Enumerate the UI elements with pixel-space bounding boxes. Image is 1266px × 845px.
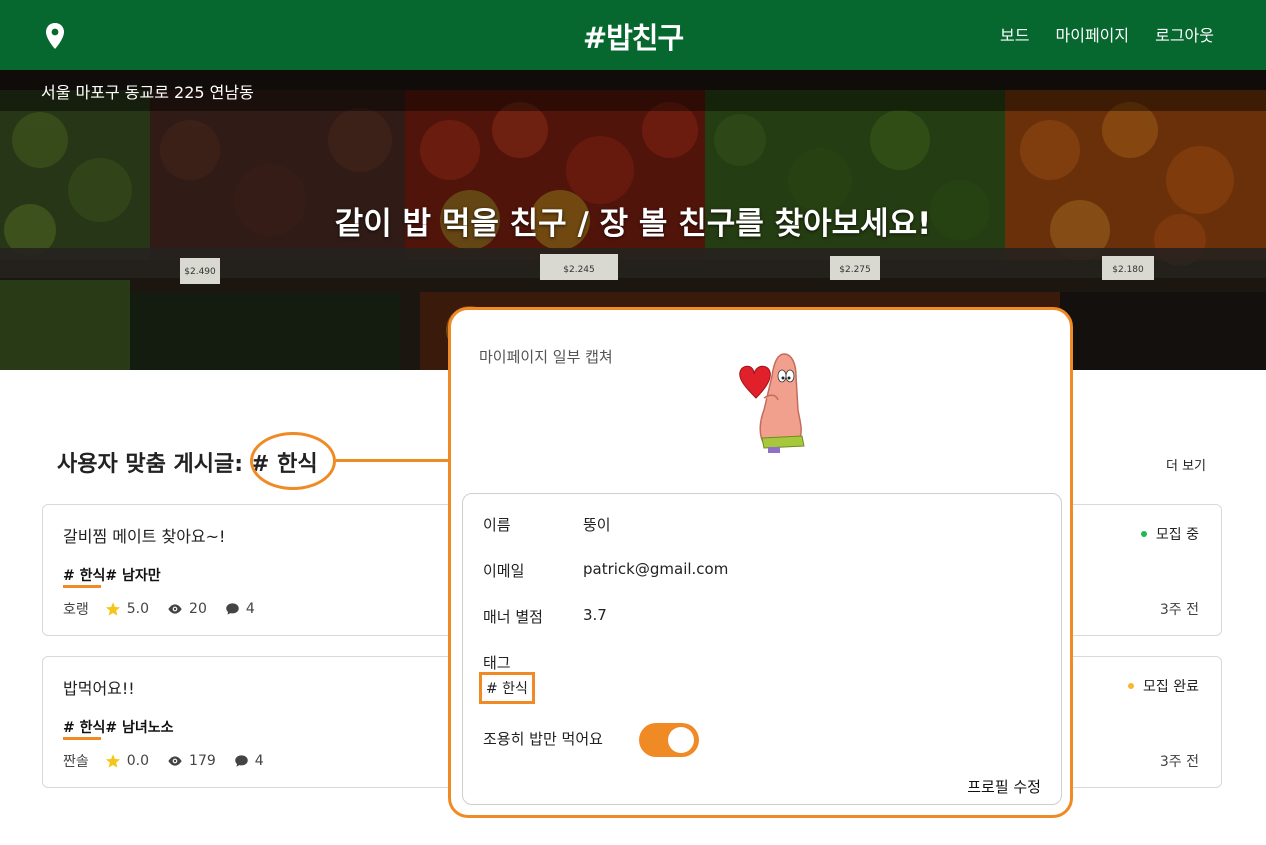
tag-underline [63, 737, 101, 740]
post-views: 179 [189, 753, 216, 769]
section-title-prefix: 사용자 맞춤 게시글: [57, 452, 244, 477]
eye-icon [168, 604, 182, 614]
status-dot [1128, 683, 1135, 689]
profile-tag[interactable]: # 한식 [479, 672, 535, 704]
overlay-caption: 마이페이지 일부 캡쳐 [479, 348, 613, 366]
name-value: 뚱이 [583, 516, 611, 534]
post-status: 모집 완료 [1128, 676, 1199, 696]
star-icon [105, 754, 120, 768]
tag-label: 태그 [483, 654, 511, 672]
tag-highlight-circle [250, 432, 336, 490]
email-value: patrick@gmail.com [583, 560, 729, 578]
nav-mypage-link[interactable]: 마이페이지 [1056, 22, 1130, 46]
post-author: 호랭 [63, 602, 89, 618]
highlight-connector-line [336, 459, 449, 462]
post-rating: 0.0 [126, 753, 150, 769]
mypage-capture-overlay: 마이페이지 일부 캡쳐 이름 뚱이 이메일 patrick@gmail.com … [448, 307, 1073, 818]
manner-rating-value: 3.7 [583, 606, 607, 624]
post-tags: # 한식# 남녀노소 [63, 720, 174, 736]
top-navbar: #밥친구 보드 마이페이지 로그아웃 [0, 0, 1266, 70]
see-more-link[interactable]: 더 보기 [1166, 455, 1206, 474]
quiet-meal-toggle[interactable] [639, 723, 699, 757]
profile-card: 이름 뚱이 이메일 patrick@gmail.com 매너 별점 3.7 태그… [462, 493, 1062, 805]
post-comments: 4 [245, 601, 255, 617]
star-icon [105, 602, 120, 616]
nav-board-link[interactable]: 보드 [1000, 22, 1029, 46]
status-label: 모집 중 [1155, 527, 1199, 543]
edit-profile-button[interactable]: 프로필 수정 [967, 776, 1041, 797]
post-time: 3주 전 [1159, 602, 1199, 618]
toggle-knob [668, 727, 694, 753]
email-label: 이메일 [483, 562, 525, 580]
status-label: 모집 완료 [1143, 679, 1199, 695]
post-title[interactable]: 갈비찜 메이트 찾아요~! [63, 523, 225, 547]
post-title[interactable]: 밥먹어요!! [63, 675, 135, 699]
post-comments: 4 [254, 753, 264, 769]
post-meta: 짠솔 0.0 179 4 [63, 751, 264, 771]
comment-icon [235, 755, 248, 767]
post-views: 20 [189, 601, 207, 617]
price-tag-text: $2.490 [184, 267, 216, 277]
status-dot [1140, 531, 1147, 537]
post-time: 3주 전 [1159, 754, 1199, 770]
main-nav: 보드 마이페이지 로그아웃 [1000, 22, 1214, 46]
price-tag-text: $2.180 [1112, 265, 1144, 275]
price-tag-text: $2.275 [839, 265, 871, 275]
current-address: 서울 마포구 동교로 225 연남동 [0, 70, 1266, 111]
avatar [739, 353, 805, 453]
comment-icon [226, 603, 239, 615]
manner-rating-label: 매너 별점 [483, 608, 543, 626]
post-meta: 호랭 5.0 20 4 [63, 599, 255, 619]
eye-icon [168, 756, 182, 766]
tag-underline [63, 585, 101, 588]
post-tags: # 한식# 남자만 [63, 568, 161, 584]
nav-logout-link[interactable]: 로그아웃 [1155, 22, 1214, 46]
post-status: 모집 중 [1140, 524, 1199, 544]
post-author: 짠솔 [63, 754, 89, 770]
quiet-meal-label: 조용히 밥만 먹어요 [483, 730, 603, 748]
post-rating: 5.0 [126, 601, 150, 617]
hero-title: 같이 밥 먹을 친구 / 장 볼 친구를 찾아보세요! [334, 206, 932, 242]
name-label: 이름 [483, 516, 511, 534]
price-tag-text: $2.245 [563, 265, 595, 275]
